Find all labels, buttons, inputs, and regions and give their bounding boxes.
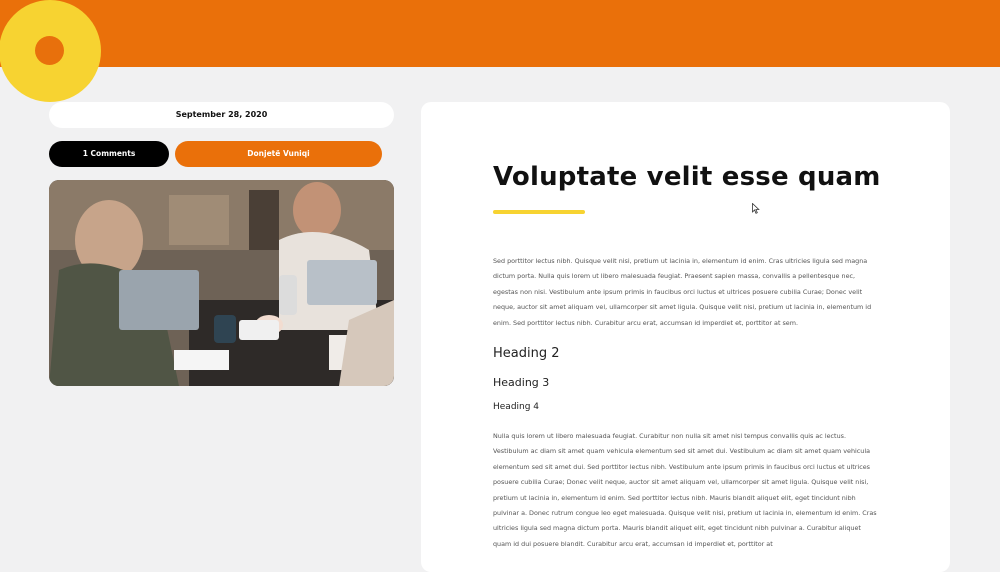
article-heading-4: Heading 4 — [493, 402, 540, 412]
site-logo[interactable] — [0, 0, 101, 102]
author-button[interactable]: Donjetë Vuniqi — [175, 141, 382, 167]
article-body-paragraph: Nulla quis lorem ut libero malesuada feu… — [493, 432, 877, 548]
photo-icon — [49, 180, 394, 386]
article-heading-2: Heading 2 — [493, 346, 560, 361]
featured-image — [49, 180, 394, 386]
title-underline — [493, 210, 585, 214]
article-title: Voluptate velit esse quam — [493, 162, 881, 192]
article-card: Voluptate velit esse quam Sed porttitor … — [421, 102, 950, 572]
article-heading-3: Heading 3 — [493, 376, 550, 389]
article-intro-paragraph: Sed porttitor lectus nibh. Quisque velit… — [493, 257, 872, 327]
comments-count-button[interactable]: 1 Comments — [49, 141, 169, 167]
mouse-cursor-icon — [752, 203, 760, 214]
top-header-bar — [0, 0, 1000, 67]
post-date: September 28, 2020 — [49, 102, 394, 128]
logo-center-dot — [35, 36, 64, 65]
